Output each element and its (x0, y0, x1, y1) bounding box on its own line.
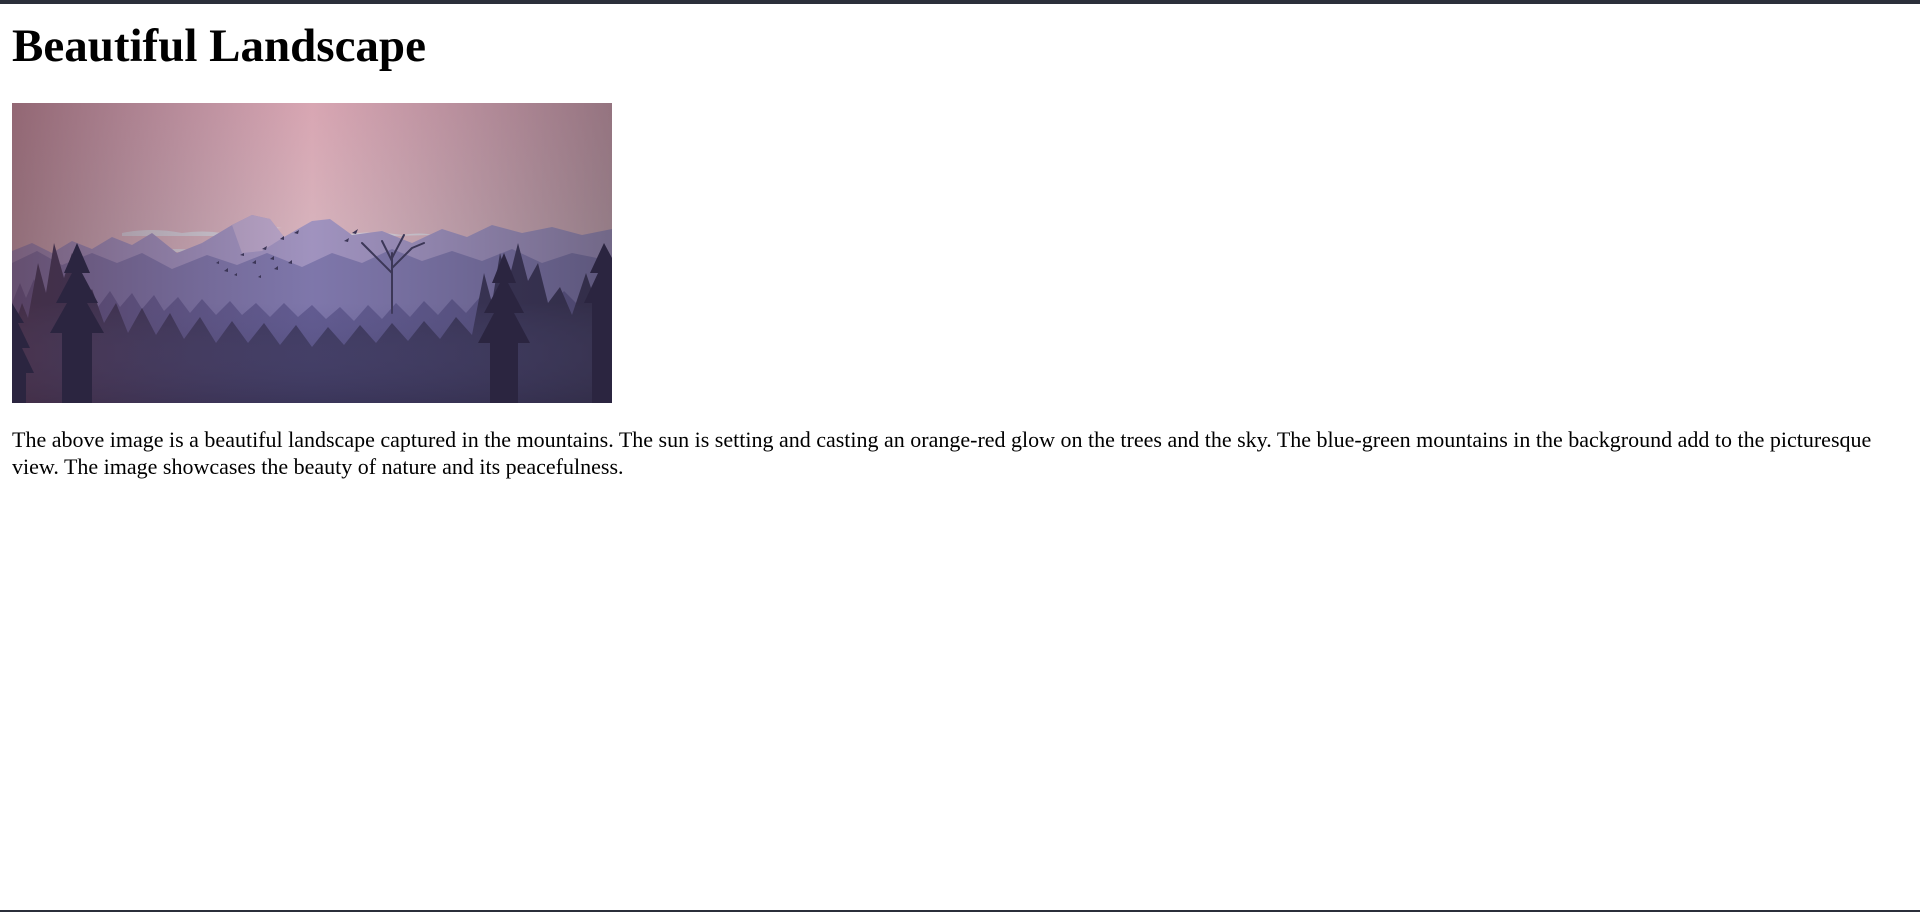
landscape-image (12, 103, 612, 403)
page-title: Beautiful Landscape (12, 20, 426, 72)
page-content: Beautiful Landscape The above image is a… (12, 4, 1908, 480)
image-description: The above image is a beautiful landscape… (12, 427, 1872, 479)
